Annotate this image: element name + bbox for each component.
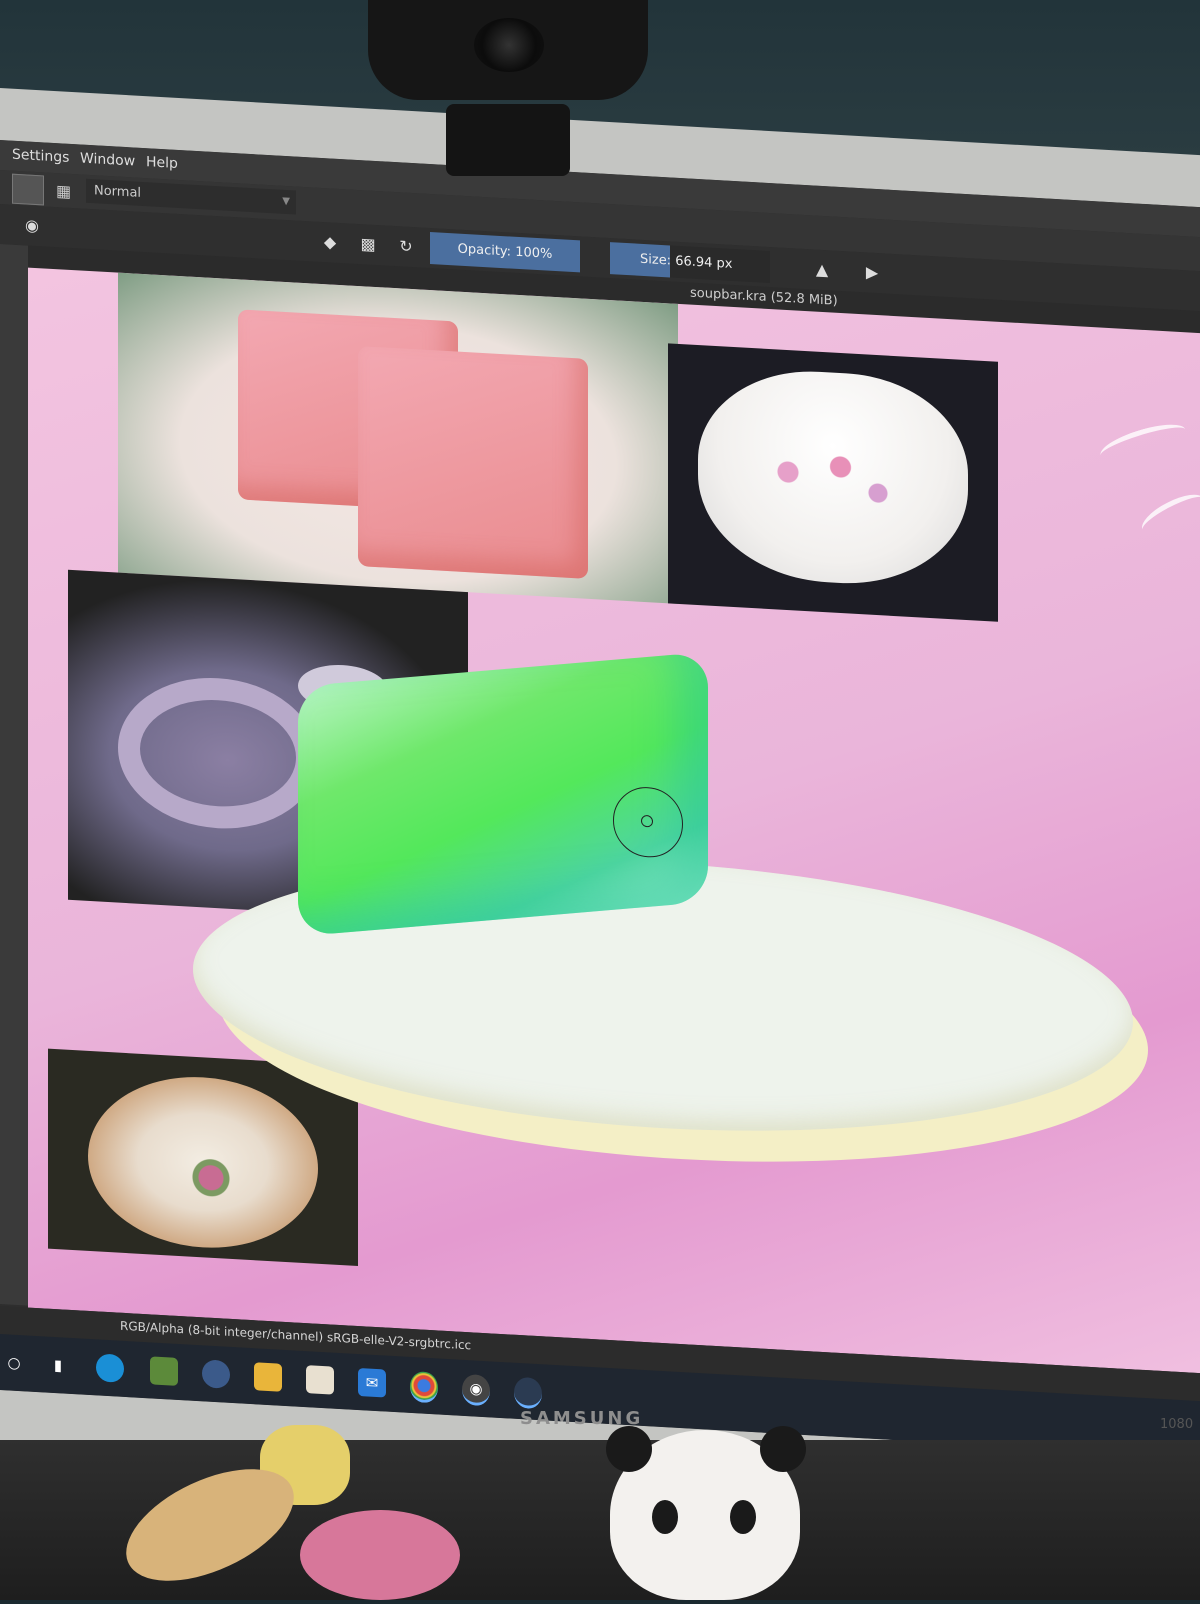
jelly-block bbox=[358, 346, 588, 579]
plush-toy-panda bbox=[606, 1426, 806, 1600]
brush-cursor-center bbox=[641, 814, 653, 828]
plate bbox=[88, 1070, 318, 1254]
chrome-icon[interactable] bbox=[410, 1370, 438, 1404]
menu-settings[interactable]: Settings bbox=[12, 147, 69, 166]
blend-mode-select[interactable]: Normal ▼ bbox=[86, 178, 296, 215]
krita-color-icon[interactable]: ◉ bbox=[20, 213, 44, 238]
toolbox-panel bbox=[0, 244, 28, 1306]
webcam-lens bbox=[474, 18, 544, 72]
brush-stroke bbox=[1096, 417, 1190, 468]
plush-toy-pink bbox=[300, 1510, 460, 1600]
resolution-label: 1080 bbox=[1160, 1417, 1194, 1432]
reference-image-bowl bbox=[668, 343, 998, 622]
plate-rose-pattern bbox=[183, 1151, 253, 1206]
bowl-flower-pattern bbox=[758, 438, 908, 527]
reference-image-jelly-soap bbox=[118, 272, 678, 604]
monitor-screen: Settings Window Help ▦ Normal ▼ ◉ ◆ ▩ ↻ … bbox=[0, 140, 1200, 1458]
steam-icon[interactable] bbox=[202, 1359, 230, 1389]
app-icon[interactable] bbox=[514, 1376, 542, 1410]
reload-icon[interactable]: ↻ bbox=[394, 234, 418, 259]
panda-eye bbox=[730, 1500, 756, 1534]
drawing-canvas[interactable] bbox=[28, 267, 1200, 1374]
opacity-label: Opacity: 100% bbox=[457, 241, 553, 262]
bowl bbox=[698, 365, 968, 591]
edge-icon[interactable] bbox=[96, 1353, 124, 1383]
search-icon[interactable]: ○ bbox=[0, 1348, 28, 1378]
krita-icon[interactable]: ◉ bbox=[462, 1373, 490, 1407]
preset-grid-icon[interactable]: ▦ bbox=[56, 181, 76, 201]
opacity-slider[interactable]: Opacity: 100% bbox=[430, 232, 580, 273]
blend-mode-label: Normal bbox=[94, 183, 142, 201]
panda-ear bbox=[606, 1426, 652, 1472]
menu-help[interactable]: Help bbox=[146, 154, 178, 172]
mail-icon[interactable]: ✉ bbox=[358, 1368, 386, 1398]
task-view-icon[interactable]: ▮ bbox=[44, 1350, 72, 1380]
size-label: Size: 66.94 px bbox=[640, 251, 733, 272]
minecraft-icon[interactable] bbox=[150, 1356, 178, 1386]
brush-preset-icon[interactable] bbox=[12, 173, 44, 206]
file-explorer-icon[interactable] bbox=[254, 1362, 282, 1392]
menu-window[interactable]: Window bbox=[80, 150, 135, 169]
brush-stroke bbox=[1136, 487, 1200, 542]
chevron-down-icon: ▼ bbox=[282, 195, 290, 208]
mirror-horizontal-icon[interactable]: ▲ bbox=[810, 257, 834, 282]
panda-ear bbox=[760, 1426, 806, 1472]
mirror-vertical-icon[interactable]: ▶ bbox=[860, 260, 884, 285]
size-slider[interactable]: Size: 66.94 px bbox=[610, 242, 770, 284]
eraser-icon[interactable]: ◆ bbox=[318, 230, 342, 255]
snake-body bbox=[118, 672, 318, 834]
alpha-lock-icon[interactable]: ▩ bbox=[356, 232, 380, 257]
panda-eye bbox=[652, 1500, 678, 1534]
webcam-clip bbox=[446, 104, 570, 176]
store-icon[interactable] bbox=[306, 1365, 334, 1395]
